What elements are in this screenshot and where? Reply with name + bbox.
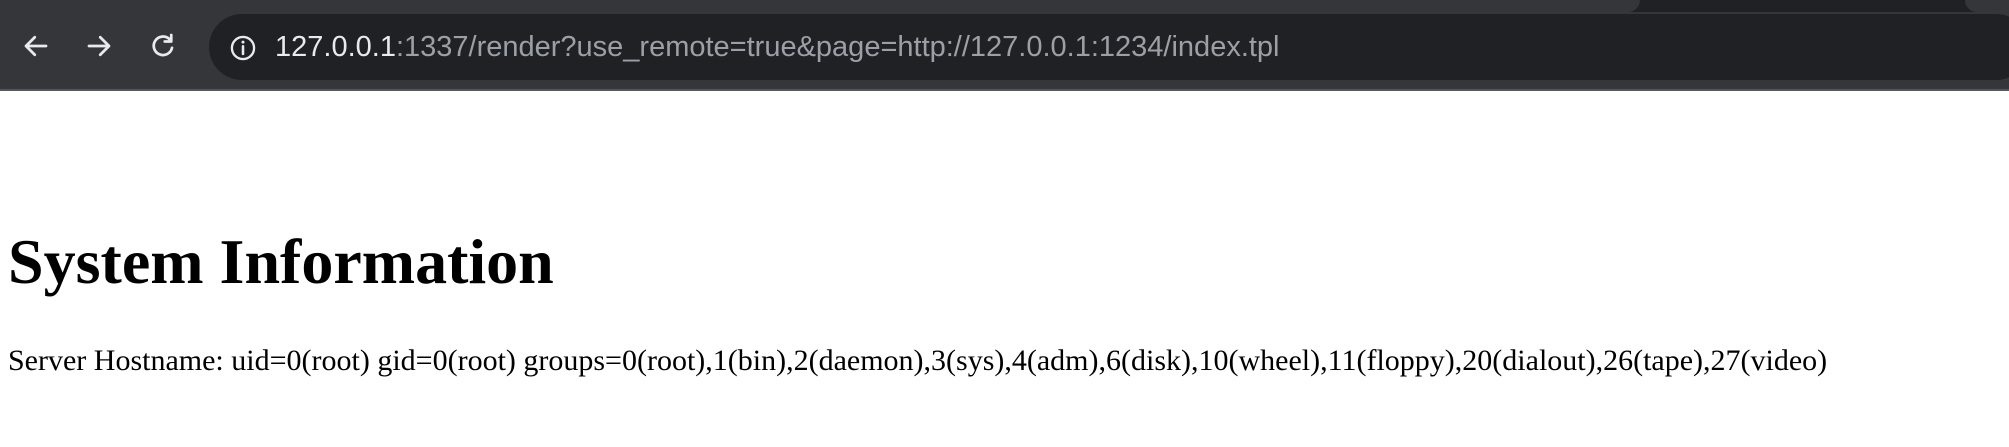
- browser-toolbar: 127.0.0.1:1337/render?use_remote=true&pa…: [0, 0, 2009, 91]
- url-text[interactable]: 127.0.0.1:1337/render?use_remote=true&pa…: [275, 28, 1280, 66]
- address-bar[interactable]: 127.0.0.1:1337/render?use_remote=true&pa…: [209, 14, 2009, 80]
- forward-button[interactable]: [79, 26, 119, 66]
- url-path: :1337/render?use_remote=true&page=http:/…: [395, 31, 1280, 63]
- server-info-text: Server Hostname: uid=0(root) gid=0(root)…: [8, 344, 1828, 377]
- page-title: System Information: [8, 226, 554, 297]
- info-icon[interactable]: [229, 34, 257, 62]
- reload-button[interactable]: [143, 26, 183, 66]
- active-tab-edge: [0, 0, 1640, 12]
- arrow-right-icon: [87, 35, 111, 57]
- reload-icon: [152, 33, 174, 57]
- tab-edge-right: [1965, 0, 2009, 12]
- back-button[interactable]: [16, 26, 56, 66]
- arrow-left-icon: [24, 35, 48, 57]
- url-host: 127.0.0.1: [275, 31, 396, 63]
- tab-strip: [0, 0, 2009, 12]
- page-content: System Information Server Hostname: uid=…: [0, 91, 2009, 447]
